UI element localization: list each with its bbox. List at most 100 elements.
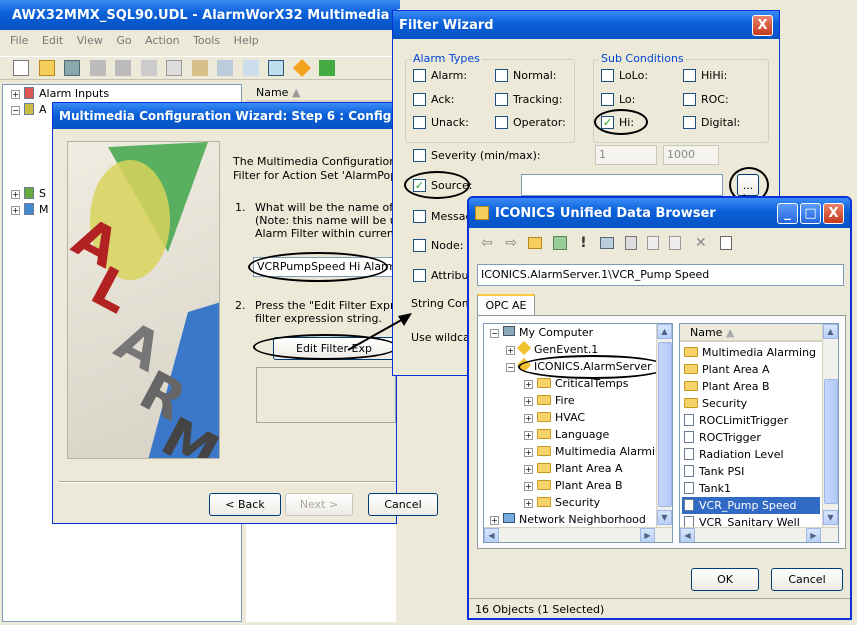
cut-icon[interactable] <box>140 60 157 76</box>
copy-icon[interactable] <box>166 60 182 76</box>
menu-tools[interactable]: Tools <box>193 34 220 47</box>
back-button[interactable]: < Back <box>209 493 281 516</box>
ok-button[interactable]: OK <box>691 568 759 591</box>
scroll-thumb[interactable] <box>824 379 838 504</box>
back-arrow-icon[interactable] <box>89 60 106 76</box>
wizard-cancel-button[interactable]: Cancel <box>368 493 438 516</box>
list-item[interactable]: Plant Area A <box>684 363 770 376</box>
tree-root-alarm-inputs[interactable]: + Alarm Inputs <box>11 87 109 100</box>
list-name-header[interactable]: Name ▲ <box>680 324 822 342</box>
exclamation-icon[interactable]: ! <box>580 235 586 251</box>
details-view-icon[interactable] <box>268 60 284 76</box>
scroll-down-icon[interactable]: ▼ <box>657 510 672 525</box>
source-input[interactable] <box>521 174 723 196</box>
list-item[interactable]: Tank1 <box>684 482 731 495</box>
checklist-icon[interactable] <box>720 236 733 250</box>
new-icon[interactable] <box>13 60 29 76</box>
severity-checkbox[interactable] <box>413 149 426 162</box>
tree-item-s[interactable]: + S <box>11 187 46 200</box>
attribute-checkbox[interactable] <box>413 269 426 282</box>
open-icon[interactable] <box>38 60 55 76</box>
menu-view[interactable]: View <box>77 34 103 47</box>
filter-close-icon[interactable]: X <box>752 14 773 36</box>
scroll-right-icon[interactable]: ▶ <box>640 528 655 542</box>
menu-go[interactable]: Go <box>116 34 131 47</box>
view-mode-icon[interactable] <box>600 237 615 249</box>
tree-language[interactable]: + Language <box>524 428 609 441</box>
severity-max-input[interactable]: 1000 <box>663 145 719 165</box>
back-icon[interactable]: ⇦ <box>481 235 493 251</box>
refresh-icon[interactable] <box>552 236 567 250</box>
scroll-left-icon[interactable]: ◀ <box>484 528 499 542</box>
list-vscrollbar[interactable]: ▲ ▼ <box>822 324 838 527</box>
browser-close-icon[interactable]: X <box>823 202 844 224</box>
list-item[interactable]: ROCTrigger <box>684 431 761 444</box>
list-view-icon[interactable] <box>242 60 259 76</box>
forward-icon[interactable]: ⇨ <box>505 235 517 251</box>
filter-icon[interactable] <box>319 60 335 76</box>
alarm-checkbox[interactable] <box>413 69 426 82</box>
forward-arrow-icon[interactable] <box>115 60 131 76</box>
tree-network-neighborhood[interactable]: + Network Neighborhood <box>490 513 646 526</box>
tab-opc-ae[interactable]: OPC AE <box>477 294 535 316</box>
browser-path-input[interactable]: ICONICS.AlarmServer.1\VCR_Pump Speed <box>477 264 844 286</box>
menu-edit[interactable]: Edit <box>42 34 63 47</box>
tree-view-icon[interactable] <box>217 60 233 76</box>
tree-hscrollbar[interactable]: ◀ ▶ <box>484 527 672 542</box>
unack-checkbox[interactable] <box>413 116 426 129</box>
tree-plant-area-b[interactable]: + Plant Area B <box>524 479 623 492</box>
operator-checkbox[interactable] <box>495 116 508 129</box>
roc-checkbox[interactable] <box>683 93 696 106</box>
list-item[interactable]: Security <box>684 397 747 410</box>
browser-cancel-button[interactable]: Cancel <box>771 568 843 591</box>
new-item-icon[interactable] <box>669 236 682 250</box>
list-item-selected[interactable]: VCR_Pump Speed <box>682 497 820 514</box>
save-icon[interactable] <box>64 60 80 76</box>
tree-genevent[interactable]: + GenEvent.1 <box>506 340 598 356</box>
scroll-right-icon[interactable]: ▶ <box>806 528 821 542</box>
list-item[interactable]: Plant Area B <box>684 380 770 393</box>
menu-help[interactable]: Help <box>234 34 259 47</box>
severity-min-input[interactable]: 1 <box>595 145 657 165</box>
maximize-icon[interactable]: □ <box>800 202 821 224</box>
digital-checkbox[interactable] <box>683 116 696 129</box>
ack-checkbox[interactable] <box>413 93 426 106</box>
list-item[interactable]: Radiation Level <box>684 448 784 461</box>
minimize-icon[interactable]: _ <box>777 202 798 224</box>
scroll-down-icon[interactable]: ▼ <box>823 510 838 525</box>
properties-icon[interactable] <box>647 236 660 250</box>
node-checkbox[interactable] <box>413 239 426 252</box>
tree-plant-area-a[interactable]: + Plant Area A <box>524 462 623 475</box>
lolo-checkbox[interactable] <box>601 69 614 82</box>
next-button[interactable]: Next > <box>285 493 353 516</box>
up-folder-icon[interactable] <box>528 237 543 249</box>
copy-path-icon[interactable] <box>624 236 637 250</box>
delete-icon[interactable]: ✕ <box>695 235 707 251</box>
tree-vscrollbar[interactable]: ▲ ▼ <box>656 324 672 527</box>
tracking-checkbox[interactable] <box>495 93 508 106</box>
menu-file[interactable]: File <box>10 34 28 47</box>
paste-icon[interactable] <box>191 60 208 76</box>
menu-action[interactable]: Action <box>145 34 179 47</box>
list-hscrollbar[interactable]: ◀ ▶ <box>680 527 838 542</box>
tree-hvac[interactable]: + HVAC <box>524 411 585 424</box>
hihi-checkbox[interactable] <box>683 69 696 82</box>
scroll-up-icon[interactable]: ▲ <box>657 324 672 339</box>
tree-criticaltemps[interactable]: + CriticalTemps <box>524 377 629 390</box>
lo-checkbox[interactable] <box>601 93 614 106</box>
tree-item-m[interactable]: + M <box>11 203 49 216</box>
scroll-thumb[interactable] <box>658 342 672 507</box>
scroll-left-icon[interactable]: ◀ <box>680 528 695 542</box>
tree-fire[interactable]: + Fire <box>524 394 575 407</box>
normal-checkbox[interactable] <box>495 69 508 82</box>
list-item[interactable]: Tank PSI <box>684 465 744 478</box>
tree-my-computer[interactable]: − My Computer <box>490 326 593 339</box>
message-checkbox[interactable] <box>413 210 426 223</box>
scroll-up-icon[interactable]: ▲ <box>823 324 838 339</box>
tag-icon[interactable] <box>292 58 311 78</box>
list-item[interactable]: Multimedia Alarming <box>684 346 816 359</box>
list-header[interactable]: Name ▲ <box>246 84 396 102</box>
tree-multimedia-alarming[interactable]: + Multimedia Alarming <box>524 445 669 458</box>
list-item[interactable]: ROCLimitTrigger <box>684 414 788 427</box>
tree-item-a[interactable]: − A <box>11 103 47 116</box>
